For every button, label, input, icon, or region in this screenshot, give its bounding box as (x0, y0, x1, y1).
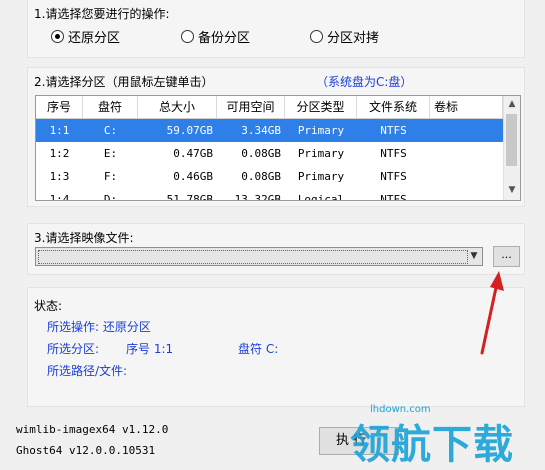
col-header-label[interactable]: 卷标 (430, 96, 503, 118)
cell-label (430, 188, 503, 200)
cell-label (430, 142, 503, 165)
cell-drive: C: (103, 124, 118, 137)
cell-type: Primary (297, 147, 345, 160)
cell-fs: NTFS (380, 193, 407, 201)
watermark-logo: lhdown.com 领航下载 (350, 404, 545, 468)
chevron-down-icon[interactable]: ▼ (466, 248, 482, 265)
table-header: 序号 盘符 总大小 可用空间 分区类型 文件系统 卷标 (36, 96, 503, 119)
table-row[interactable]: 1:4 D: 51.78GB 13.32GB Logical NTFS (36, 188, 503, 201)
partition-group: 2.请选择分区（用鼠标左键单击） （系统盘为C:盘） 序号 盘符 总大小 可用空… (27, 67, 525, 207)
cell-drive: D: (103, 193, 118, 201)
radio-copy-label: 分区对拷 (327, 31, 380, 46)
col-header-drive[interactable]: 盘符 (83, 96, 138, 118)
table-row[interactable]: 1:1 C: 59.07GB 3.34GB Primary NTFS (36, 119, 503, 142)
table-vertical-scrollbar[interactable]: ▲ ▼ (503, 96, 520, 200)
cell-type: Logical (297, 193, 345, 201)
status-path: 所选路径/文件: (47, 364, 128, 378)
cell-drive: F: (103, 170, 118, 183)
cell-type: Primary (297, 170, 345, 183)
cell-size: 59.07GB (166, 124, 213, 137)
table-row[interactable]: 1:3 F: 0.46GB 0.08GB Primary NTFS (36, 165, 503, 188)
partition-label: 2.请选择分区（用鼠标左键单击） (34, 75, 214, 89)
scroll-up-icon[interactable]: ▲ (504, 96, 520, 112)
cell-index: 1:3 (49, 170, 70, 183)
cell-label (430, 119, 503, 142)
cell-free: 13.32GB (234, 193, 281, 201)
operation-group: 1.请选择您要进行的操作: 还原分区 备份分区 分区对拷 (27, 0, 525, 58)
watermark-text: 领航下载 (350, 422, 514, 468)
red-arrow-annotation (480, 271, 504, 355)
table-row[interactable]: 1:2 E: 0.47GB 0.08GB Primary NTFS (36, 142, 503, 165)
wimlib-version: wimlib-imagex64 v1.12.0 (16, 423, 169, 436)
radio-circle-checked (51, 30, 64, 43)
cell-label (430, 165, 503, 188)
scroll-thumb[interactable] (506, 114, 517, 166)
partition-table[interactable]: 序号 盘符 总大小 可用空间 分区类型 文件系统 卷标 1:1 C: 59.07… (35, 95, 521, 201)
cell-index: 1:1 (49, 124, 70, 137)
col-header-free[interactable]: 可用空间 (217, 96, 285, 118)
status-operation: 所选操作: 还原分区 (47, 320, 151, 334)
status-title: 状态: (34, 299, 63, 313)
main-panel: 1.请选择您要进行的操作: 还原分区 备份分区 分区对拷 2.请选择分区（用鼠标… (0, 0, 545, 412)
col-header-fs[interactable]: 文件系统 (357, 96, 430, 118)
cell-size: 0.47GB (173, 147, 213, 160)
cell-free: 3.34GB (241, 124, 281, 137)
col-header-index[interactable]: 序号 (36, 96, 83, 118)
cell-fs: NTFS (380, 124, 407, 137)
status-drive: 盘符 C: (238, 342, 279, 356)
combobox-focus-rect (38, 250, 468, 264)
status-partition-no: 序号 1:1 (126, 342, 174, 356)
col-header-size[interactable]: 总大小 (138, 96, 217, 118)
cell-index: 1:2 (49, 147, 70, 160)
operation-label: 1.请选择您要进行的操作: (34, 7, 170, 21)
cell-free: 0.08GB (241, 147, 281, 160)
browse-button[interactable]: ... (493, 246, 520, 267)
status-partition-label: 所选分区: (47, 342, 100, 356)
radio-circle (181, 30, 194, 43)
radio-backup-label: 备份分区 (198, 31, 251, 46)
cell-free: 0.08GB (241, 170, 281, 183)
radio-circle (310, 30, 323, 43)
ghost-version: Ghost64 v12.0.0.10531 (16, 444, 156, 457)
image-file-combobox[interactable]: ▼ (35, 247, 483, 266)
scroll-down-icon[interactable]: ▼ (504, 182, 520, 198)
cell-size: 51.78GB (166, 193, 213, 201)
cell-fs: NTFS (380, 170, 407, 183)
cell-size: 0.46GB (173, 170, 213, 183)
image-file-label: 3.请选择映像文件: (34, 231, 134, 245)
radio-copy-partition[interactable]: 分区对拷 (310, 27, 379, 46)
radio-restore-label: 还原分区 (68, 31, 121, 46)
image-file-group: 3.请选择映像文件: ▼ ... (27, 223, 525, 275)
cell-fs: NTFS (380, 147, 407, 160)
radio-restore-partition[interactable]: 还原分区 (51, 27, 120, 46)
radio-backup-partition[interactable]: 备份分区 (181, 27, 250, 46)
system-drive-note: （系统盘为C:盘） (316, 75, 413, 89)
cell-index: 1:4 (49, 193, 70, 201)
status-group: 状态: 所选操作: 还原分区 所选分区: 序号 1:1 盘符 C: 所选路径/文… (27, 287, 525, 407)
col-header-type[interactable]: 分区类型 (285, 96, 357, 118)
cell-type: Primary (297, 124, 345, 137)
cell-drive: E: (103, 147, 118, 160)
